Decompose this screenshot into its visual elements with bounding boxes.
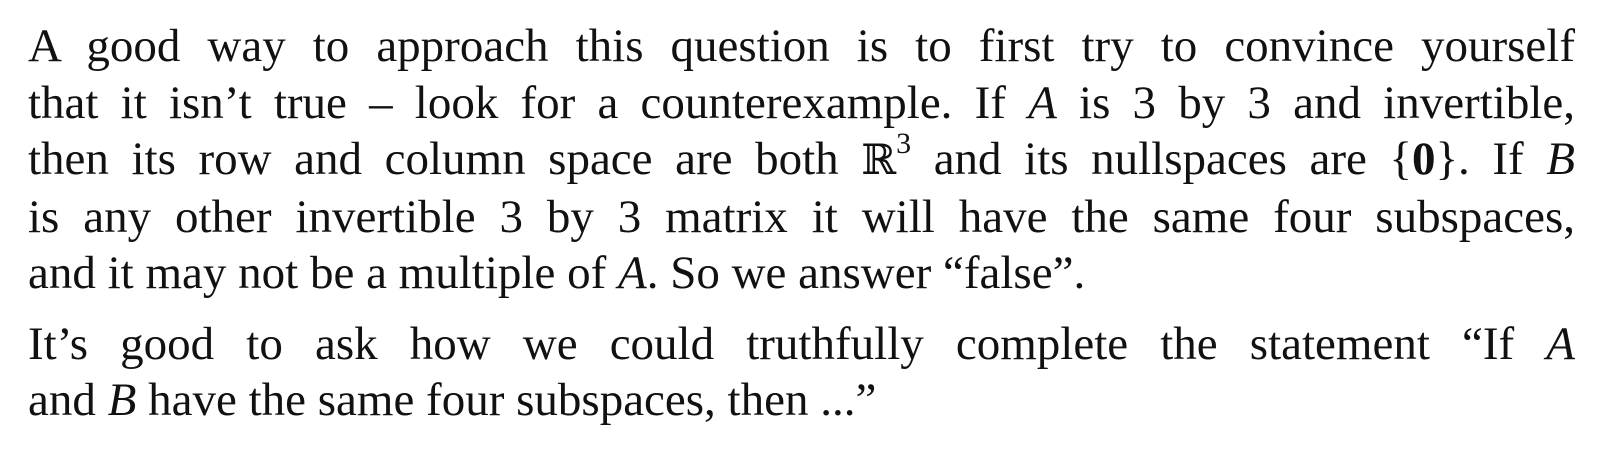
text-line: and it may not be a multiple of A. So we… [28, 245, 1575, 302]
text-run: then its row and column space are both [28, 133, 862, 185]
text-run: It’s good to ask how we could truthfully… [28, 317, 1547, 370]
solution-text: A good way to approach this question is … [0, 0, 1615, 453]
text-run: . So we answer “false”. [646, 247, 1086, 299]
math-variable-a: A [1028, 76, 1057, 129]
text-run: and [28, 374, 108, 426]
text-line: A good way to approach this question is … [28, 18, 1575, 75]
paragraph-followup: It’s good to ask how we could truthfully… [28, 316, 1575, 429]
text-run: have the same four subspaces, then ...” [136, 374, 877, 426]
math-variable-b: B [107, 374, 137, 426]
text-run: is 3 by 3 and invertible, [1056, 76, 1575, 129]
text-line: It’s good to ask how we could truthfully… [28, 316, 1575, 373]
text-run: and it may not be a multiple of [28, 247, 618, 299]
math-variable-a: A [1546, 317, 1575, 370]
text-run: A good way to approach this question is … [28, 20, 1575, 72]
math-variable-a: A [617, 247, 647, 299]
text-line: and B have the same four subspaces, then… [28, 372, 1575, 429]
text-line: then its row and column space are both ℝ… [28, 129, 1575, 189]
text-line: that it isn’t true – look for a countere… [28, 75, 1575, 132]
text-run: that it isn’t true – look for a countere… [28, 76, 1029, 129]
math-exponent: 3 [896, 127, 912, 161]
paragraph-counterexample: A good way to approach this question is … [28, 18, 1575, 302]
math-zero-vector: 0 [1412, 133, 1436, 185]
text-run: is any other invertible 3 by 3 matrix it… [28, 190, 1575, 243]
text-run: and its nullspaces are { [911, 133, 1412, 185]
text-line: is any other invertible 3 by 3 matrix it… [28, 189, 1575, 246]
math-real-numbers: ℝ [861, 135, 897, 184]
text-run: }. If [1435, 133, 1547, 185]
math-variable-b: B [1546, 133, 1575, 185]
